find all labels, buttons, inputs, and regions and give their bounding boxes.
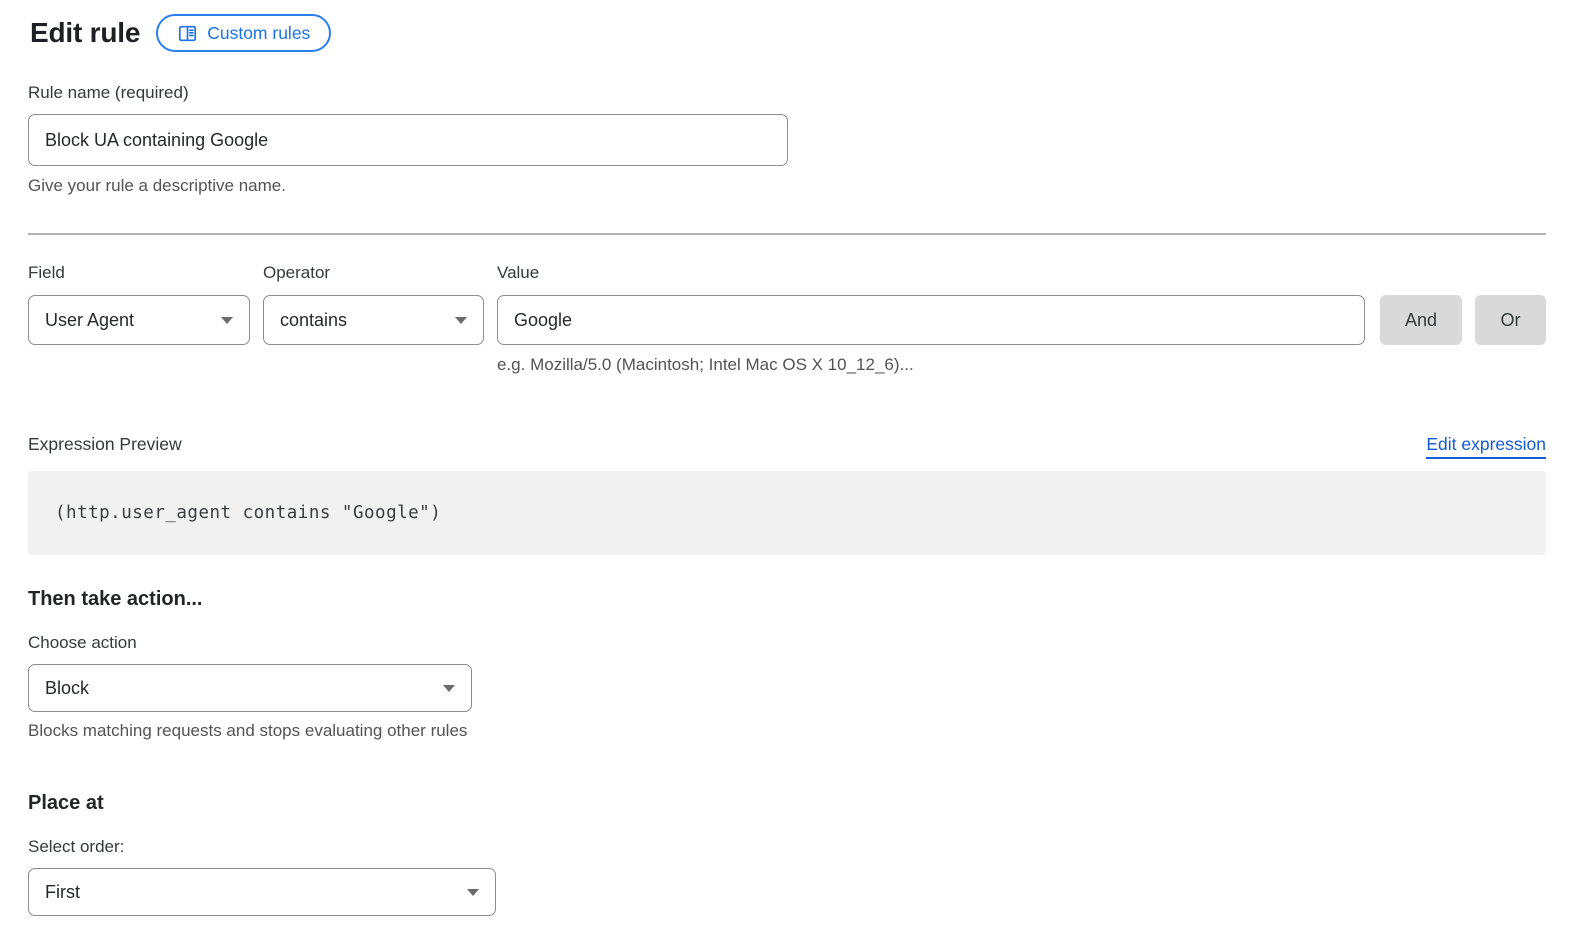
order-select[interactable]: First bbox=[28, 868, 496, 916]
action-select-value: Block bbox=[45, 678, 89, 699]
or-button[interactable]: Or bbox=[1475, 295, 1546, 345]
expression-code: (http.user_agent contains "Google") bbox=[55, 503, 441, 523]
action-select[interactable]: Block bbox=[28, 664, 472, 712]
expression-header: Expression Preview Edit expression bbox=[28, 434, 1546, 459]
edit-rule-page: Edit rule Custom rules Rule name (requir… bbox=[0, 0, 1574, 916]
section-divider bbox=[28, 233, 1546, 235]
and-button[interactable]: And bbox=[1380, 295, 1462, 345]
action-heading: Then take action... bbox=[28, 588, 1574, 611]
chevron-down-icon bbox=[455, 317, 467, 324]
select-order-label: Select order: bbox=[28, 836, 1574, 858]
action-helper: Blocks matching requests and stops evalu… bbox=[28, 720, 1574, 742]
chevron-down-icon bbox=[467, 889, 479, 896]
expression-code-block: (http.user_agent contains "Google") bbox=[28, 471, 1546, 555]
value-input[interactable] bbox=[497, 295, 1365, 345]
operator-label: Operator bbox=[263, 262, 484, 284]
custom-rules-button-label: Custom rules bbox=[207, 23, 310, 44]
operator-column: Operator contains bbox=[263, 262, 484, 345]
field-select-value: User Agent bbox=[45, 310, 134, 331]
expression-preview-label: Expression Preview bbox=[28, 434, 182, 455]
value-column: Value bbox=[497, 262, 1365, 345]
action-section: Then take action... Choose action Block … bbox=[28, 588, 1574, 742]
place-at-heading: Place at bbox=[28, 792, 1574, 815]
value-label: Value bbox=[497, 262, 1365, 284]
rule-name-helper: Give your rule a descriptive name. bbox=[28, 175, 1574, 197]
field-column: Field User Agent bbox=[28, 262, 250, 345]
custom-rules-button[interactable]: Custom rules bbox=[156, 14, 331, 52]
page-title: Edit rule bbox=[30, 17, 140, 49]
rule-name-input[interactable] bbox=[28, 114, 788, 166]
rule-name-section: Rule name (required) Give your rule a de… bbox=[28, 82, 1574, 197]
chevron-down-icon bbox=[221, 317, 233, 324]
value-helper: e.g. Mozilla/5.0 (Macintosh; Intel Mac O… bbox=[497, 354, 1574, 376]
rule-name-label: Rule name (required) bbox=[28, 82, 1574, 104]
operator-select-value: contains bbox=[280, 310, 347, 331]
open-book-icon bbox=[177, 23, 198, 44]
page-header: Edit rule Custom rules bbox=[30, 14, 1574, 52]
placement-section: Place at Select order: First bbox=[28, 792, 1574, 916]
edit-expression-link[interactable]: Edit expression bbox=[1426, 434, 1546, 459]
field-label: Field bbox=[28, 262, 250, 284]
order-select-value: First bbox=[45, 882, 80, 903]
chevron-down-icon bbox=[443, 685, 455, 692]
condition-row: Field User Agent Operator contains Value… bbox=[28, 262, 1574, 345]
operator-select[interactable]: contains bbox=[263, 295, 484, 345]
choose-action-label: Choose action bbox=[28, 632, 1574, 654]
field-select[interactable]: User Agent bbox=[28, 295, 250, 345]
